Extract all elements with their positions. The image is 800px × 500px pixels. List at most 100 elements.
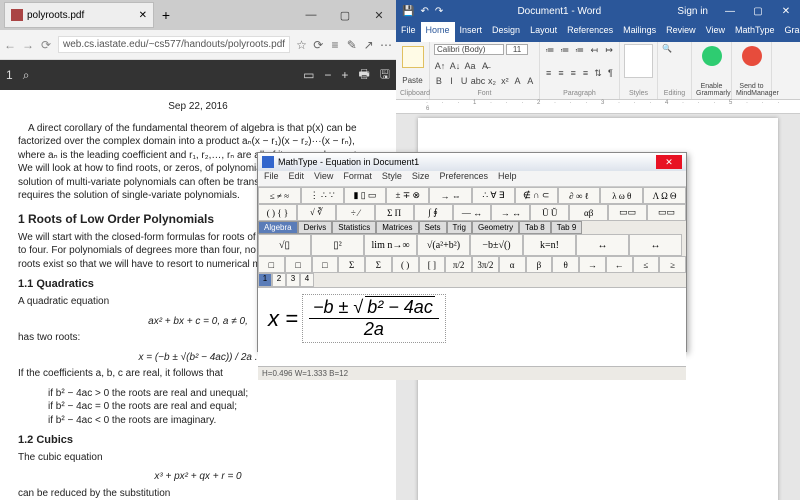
hub-icon[interactable]: ≡	[330, 38, 341, 52]
menu-style[interactable]: Style	[382, 171, 402, 186]
palette-cell[interactable]: ⋮ ∴ ∵	[301, 187, 344, 204]
palette-tab[interactable]: Tab 9	[551, 221, 583, 234]
tab-review[interactable]: Review	[661, 22, 701, 42]
eq-fraction[interactable]: −b ± √b² − 4ac 2a	[302, 294, 446, 343]
palette-cell[interactable]: π/2	[445, 256, 472, 273]
save-icon[interactable]: 💾	[402, 6, 414, 17]
multilevel-icon[interactable]: ≔	[574, 44, 586, 56]
tab-grammarly[interactable]: Grammarly	[780, 22, 800, 42]
palette-cell[interactable]: Ū Ŭ	[530, 204, 569, 221]
highlight-button[interactable]: A	[513, 75, 523, 87]
tab-home[interactable]: Home	[421, 22, 455, 42]
palette-tab[interactable]: Statistics	[332, 221, 376, 234]
mathtype-canvas[interactable]: x = −b ± √b² − 4ac 2a	[258, 288, 686, 366]
browser-tab[interactable]: polyroots.pdf ✕	[4, 2, 154, 28]
mathtype-window[interactable]: MathType - Equation in Document1 ✕ File …	[257, 152, 687, 352]
palette-cell[interactable]: ▭▭	[647, 204, 686, 221]
palette-cell[interactable]: Σ	[365, 256, 392, 273]
tab-file[interactable]: File	[396, 22, 421, 42]
mathtype-equation[interactable]: x = −b ± √b² − 4ac 2a	[268, 294, 446, 343]
palette-cell[interactable]: λ ω θ	[600, 187, 643, 204]
tab-mathtype[interactable]: MathType	[730, 22, 780, 42]
tiny-tab[interactable]: 4	[300, 273, 314, 287]
palette-tab[interactable]: Tab 8	[519, 221, 551, 234]
palette-cell[interactable]: ± ∓ ⊗	[386, 187, 429, 204]
palette-cell[interactable]: Λ Ω Θ	[643, 187, 686, 204]
mathtype-titlebar[interactable]: MathType - Equation in Document1 ✕	[258, 153, 686, 171]
palette-cell[interactable]: ∫ ∮	[414, 204, 453, 221]
bold-button[interactable]: B	[434, 75, 444, 87]
palette-cell[interactable]: → ↔	[491, 204, 530, 221]
bullets-icon[interactable]: ≔	[544, 44, 556, 56]
palette-cell[interactable]: ÷ ⁄	[336, 204, 375, 221]
tiny-tab[interactable]: 3	[286, 273, 300, 287]
palette-cell[interactable]: ( ) { }	[258, 204, 297, 221]
palette-cell[interactable]: → ⇔	[429, 187, 472, 204]
align-right-icon[interactable]: ≡	[569, 67, 578, 79]
tab-references[interactable]: References	[562, 22, 618, 42]
clear-format-icon[interactable]: A̶	[479, 60, 491, 72]
increase-indent-icon[interactable]: ↦	[603, 44, 615, 56]
palette-cell[interactable]: 3π/2	[472, 256, 499, 273]
italic-button[interactable]: I	[447, 75, 457, 87]
palette-tab[interactable]: Derivs	[298, 221, 333, 234]
close-window-button[interactable]: ✕	[362, 0, 396, 30]
palette-tab[interactable]: Sets	[419, 221, 447, 234]
palette-cell[interactable]: Σ Π	[375, 204, 414, 221]
palette-cell[interactable]: α	[499, 256, 526, 273]
superscript-button[interactable]: x²	[500, 75, 510, 87]
subscript-button[interactable]: x₂	[487, 75, 497, 87]
forward-button[interactable]: →	[22, 38, 34, 52]
palette-cell[interactable]: √ ∛	[297, 204, 336, 221]
mindmanager-icon[interactable]	[742, 46, 762, 66]
tab-layout[interactable]: Layout	[525, 22, 562, 42]
pdf-fit-icon[interactable]: ▭	[303, 68, 314, 82]
notes-icon[interactable]: ✎	[346, 38, 357, 52]
minimize-button[interactable]: —	[294, 0, 328, 30]
palette-cell[interactable]: — ↔	[453, 204, 492, 221]
font-color-button[interactable]: A	[525, 75, 535, 87]
palette-cell[interactable]: θ	[552, 256, 579, 273]
show-marks-icon[interactable]: ¶	[606, 67, 615, 79]
palette-cell[interactable]: ∉ ∩ ⊂	[515, 187, 558, 204]
maximize-button[interactable]: ▢	[328, 0, 362, 30]
font-name-field[interactable]: Calibri (Body)	[434, 44, 504, 55]
palette-tab[interactable]: Algebra	[258, 221, 298, 234]
paste-icon[interactable]	[402, 46, 424, 68]
palette-cell[interactable]: ←	[606, 256, 633, 273]
palette-cell[interactable]: −b±√()	[470, 234, 523, 256]
favorites-icon[interactable]: ⟳	[313, 38, 324, 52]
palette-cell[interactable]: Σ	[338, 256, 365, 273]
palette-tab[interactable]: Trig	[447, 221, 472, 234]
palette-cell[interactable]: ≤ ≠ ≈	[258, 187, 301, 204]
palette-cell[interactable]: β	[526, 256, 553, 273]
word-ruler[interactable]: · · · 1 · · · 2 · · · 3 · · · 4 · · · 5 …	[396, 100, 800, 114]
word-close[interactable]: ✕	[772, 6, 800, 17]
palette-cell[interactable]: √(a²+b²)	[417, 234, 470, 256]
find-icon[interactable]: 🔍	[662, 44, 687, 53]
back-button[interactable]: ←	[4, 38, 16, 52]
palette-cell[interactable]: ∴ ∀ ∃	[472, 187, 515, 204]
palette-cell[interactable]: ▮ ▯ ▭	[344, 187, 387, 204]
palette-cell[interactable]: lim n→∞	[364, 234, 417, 256]
menu-file[interactable]: File	[264, 171, 279, 186]
mathtype-close-button[interactable]: ✕	[656, 155, 682, 169]
palette-tab[interactable]: Matrices	[376, 221, 418, 234]
menu-format[interactable]: Format	[343, 171, 372, 186]
justify-icon[interactable]: ≡	[581, 67, 590, 79]
shrink-font-icon[interactable]: A↓	[449, 60, 461, 72]
styles-group[interactable]: Styles	[620, 42, 658, 99]
close-tab-icon[interactable]: ✕	[139, 10, 147, 21]
palette-cell[interactable]: ▭▭	[608, 204, 647, 221]
menu-preferences[interactable]: Preferences	[439, 171, 488, 186]
palette-cell[interactable]: √▯	[258, 234, 311, 256]
font-size-field[interactable]: 11	[506, 44, 528, 55]
strike-button[interactable]: abc	[472, 75, 484, 87]
underline-button[interactable]: U	[459, 75, 469, 87]
refresh-button[interactable]: ⟳	[40, 38, 52, 52]
grammarly-icon[interactable]	[702, 46, 722, 66]
share-icon[interactable]: ↗	[363, 38, 374, 52]
menu-size[interactable]: Size	[412, 171, 430, 186]
grow-font-icon[interactable]: A↑	[434, 60, 446, 72]
palette-tab[interactable]: Geometry	[472, 221, 519, 234]
